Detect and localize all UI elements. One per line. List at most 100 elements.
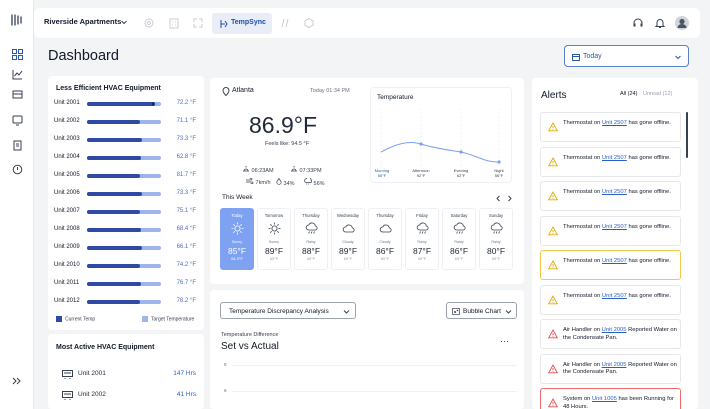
alerts-nav-icon[interactable]	[9, 161, 25, 177]
filter-unread[interactable]: Unread (12)	[643, 91, 672, 97]
property-selector[interactable]: Riverside Apartments	[44, 17, 121, 26]
filter-all[interactable]: All (24)	[620, 91, 637, 97]
alert-item[interactable]: Thermostat on Unit 2507 has gone offline…	[540, 284, 681, 315]
day-card[interactable]: Thursday Cloudy 86°F 65°F	[368, 208, 402, 270]
app-logo-icon[interactable]	[9, 12, 25, 28]
humidity: 34%	[276, 178, 295, 187]
units-nav-icon[interactable]	[9, 86, 25, 102]
day-card[interactable]: Tomorrow Sunny 89°F 65°F	[257, 208, 291, 270]
target-temp-bar	[87, 192, 161, 196]
target-temp-bar	[87, 120, 161, 124]
alert-prefix: System on	[563, 396, 592, 402]
day-card[interactable]: Sunday Rainy 80°F 65°F	[479, 208, 513, 270]
alert-item[interactable]: System on Unit 1005 has been Running for…	[540, 388, 681, 409]
hvac-row[interactable]: Unit 2002 71.1 °F	[54, 117, 196, 127]
hvac-row[interactable]: Unit 2001 72.2 °F	[54, 99, 196, 109]
date-filter-select[interactable]: Today	[564, 45, 689, 67]
chevron-left-icon[interactable]	[494, 194, 502, 202]
active-row[interactable]: Unit 2002 41 Hrs	[56, 389, 196, 401]
alert-unit-link[interactable]: Unit 2507	[602, 189, 627, 195]
tab-tempsync[interactable]: TempSync	[212, 13, 272, 34]
sunrise-time: 06:23AM	[251, 168, 274, 174]
reports-nav-icon[interactable]	[9, 137, 25, 153]
target-temp-bar	[87, 156, 161, 160]
hvac-row[interactable]: Unit 2005 81.7 °F	[54, 171, 196, 181]
devices-nav-icon[interactable]	[9, 112, 25, 128]
hexagon-icon[interactable]	[302, 16, 316, 30]
current-temp-fill	[87, 156, 141, 160]
alert-item[interactable]: Thermostat on Unit 2507 has gone offline…	[540, 181, 681, 211]
y-axis-tick: 6	[224, 388, 227, 393]
hvac-row[interactable]: Unit 2010 74.2 °F	[54, 261, 196, 271]
y-axis-tick: 8	[224, 362, 227, 367]
alert-item[interactable]: Thermostat on Unit 2507 has gone offline…	[540, 215, 681, 246]
bell-icon[interactable]	[653, 16, 667, 30]
day-card[interactable]: Saturday Rainy 86°F 65°F	[442, 208, 476, 270]
day-card[interactable]: Friday Rainy 87°F 65°F	[405, 208, 439, 270]
hvac-row[interactable]: Unit 2011 76.7 °F	[54, 279, 196, 289]
headset-icon[interactable]	[631, 16, 645, 30]
avatar[interactable]	[675, 16, 689, 30]
day-card[interactable]: Today Sunny 85°F 64.3°F	[220, 208, 254, 270]
alert-unit-link[interactable]: Unit 2507	[602, 155, 627, 161]
current-temp-fill	[87, 282, 141, 286]
cloud-icon	[379, 222, 392, 235]
alert-item[interactable]: Thermostat on Unit 2507 has gone offline…	[540, 112, 681, 142]
hvac-row[interactable]: Unit 2007 75.1 °F	[54, 207, 196, 217]
alert-unit-link[interactable]: Unit 2507	[602, 120, 627, 126]
sync-icon[interactable]	[279, 16, 293, 30]
period-temp: 56°F	[377, 173, 387, 178]
date-filter-label: Today	[583, 53, 602, 60]
alert-unit-link[interactable]: Unit 1005	[592, 396, 617, 402]
alert-item[interactable]: Air Handler on Unit 2005 Reported Water …	[540, 319, 681, 349]
alert-text: Air Handler on Unit 2005 Reported Water …	[563, 327, 678, 342]
day-low: 65°F	[380, 256, 390, 261]
day-condition: Cloudy	[342, 240, 354, 244]
sunrise-icon	[242, 166, 250, 172]
hvac-row[interactable]: Unit 2012 78.2 °F	[54, 297, 196, 307]
alerts-scrollbar[interactable]	[686, 112, 688, 158]
day-temp: 86°F	[449, 246, 469, 256]
analysis-select[interactable]: Temperature Discrepancy Analysis	[220, 302, 356, 319]
day-card[interactable]: Wednesday Cloudy 89°F 65°F	[331, 208, 365, 270]
humidity-value: 34%	[283, 181, 295, 187]
unit-name: Unit 2012	[54, 298, 80, 304]
current-temp-fill	[87, 174, 140, 178]
more-options-icon[interactable]: ⋯	[500, 336, 509, 347]
alert-unit-link[interactable]: Unit 2507	[602, 224, 627, 230]
error-icon	[548, 398, 558, 408]
active-row[interactable]: Unit 2001 147 Hrs	[56, 368, 196, 380]
alert-item[interactable]: Thermostat on Unit 2507 has gone offline…	[540, 250, 681, 280]
chart-type-select[interactable]: Bubble Chart	[446, 302, 517, 319]
alert-unit-link[interactable]: Unit 2507	[602, 258, 627, 264]
alert-item[interactable]: Thermostat on Unit 2507 has gone offline…	[540, 146, 681, 177]
error-icon	[548, 329, 558, 339]
alert-unit-link[interactable]: Unit 2005	[602, 327, 627, 333]
expand-rail-icon[interactable]	[9, 373, 25, 389]
hvac-row[interactable]: Unit 2009 66.1 °F	[54, 243, 196, 253]
hvac-row[interactable]: Unit 2004 62.8 °F	[54, 153, 196, 163]
hvac-row[interactable]: Unit 2003 73.3 °F	[54, 135, 196, 145]
alert-item[interactable]: Air Handler on Unit 2005 Reported Water …	[540, 353, 681, 384]
dashboard-nav-icon[interactable]	[9, 46, 25, 62]
hvac-row[interactable]: Unit 2008 68.4 °F	[54, 225, 196, 235]
analytics-nav-icon[interactable]	[9, 66, 25, 82]
alert-suffix: has gone offline.	[626, 189, 671, 195]
chevron-right-icon[interactable]	[506, 194, 514, 202]
chevron-down-icon[interactable]	[120, 18, 128, 26]
weather-time: Today 01:34 PM	[310, 88, 350, 94]
target-temp-bar	[87, 264, 161, 268]
alert-unit-link[interactable]: Unit 2005	[602, 362, 627, 368]
day-card[interactable]: Thursday Rainy 88°F 65°F	[294, 208, 328, 270]
top-bar: Riverside Apartments TempSync	[34, 8, 700, 38]
settings-icon[interactable]	[142, 16, 156, 30]
expand-icon[interactable]	[191, 16, 205, 30]
alert-unit-link[interactable]: Unit 2507	[602, 293, 627, 299]
building-icon[interactable]	[167, 16, 181, 30]
hvac-row[interactable]: Unit 2006 73.3 °F	[54, 189, 196, 199]
most-active-title: Most Active HVAC Equipment	[56, 344, 155, 351]
current-temperature: 86.9°F	[249, 112, 318, 138]
chevron-down-icon	[343, 308, 350, 315]
alert-prefix: Thermostat on	[563, 189, 602, 195]
period-temp: 62°F	[456, 173, 466, 178]
